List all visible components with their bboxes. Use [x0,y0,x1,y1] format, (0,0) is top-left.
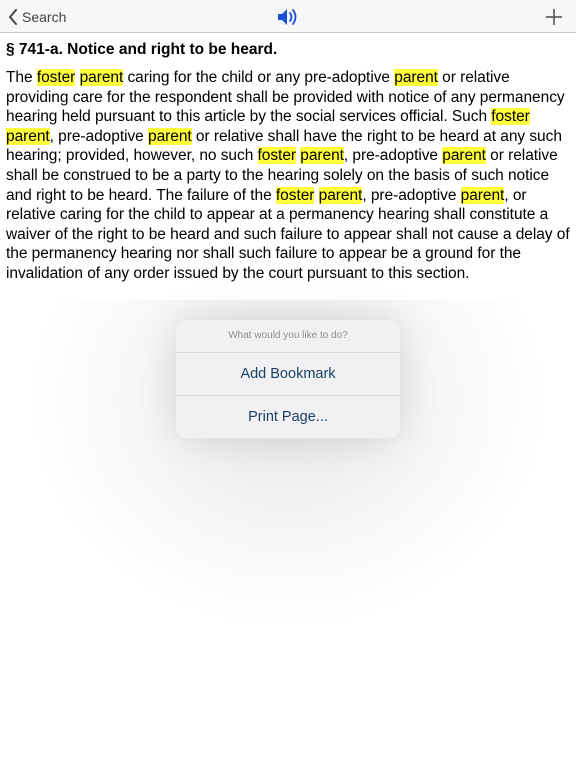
paragraph-text: The [6,69,37,86]
back-button[interactable]: Search [8,6,66,28]
highlighted-term: parent [6,127,50,145]
highlighted-term: parent [148,127,192,145]
statute-content: § 741-a. Notice and right to be heard. T… [6,40,570,284]
section-heading: § 741-a. Notice and right to be heard. [6,41,278,58]
plus-icon[interactable] [544,7,564,27]
paragraph-text: , pre-adoptive [343,147,443,165]
back-button-label: Search [22,9,67,25]
chevron-left-icon [9,9,17,25]
highlighted-term: foster [491,108,530,126]
paragraph-text: , pre-adoptive [362,186,461,204]
paragraph-text: , pre-adoptive [49,127,148,145]
highlighted-term: parent [442,147,486,165]
print-page-button[interactable]: Print Page... [176,396,400,438]
highlighted-term: parent [300,147,344,165]
paragraph-text: caring for the child or any pre-adoptive [123,69,395,86]
highlighted-term: parent [318,186,363,204]
highlighted-term: foster [275,186,315,204]
action-popover: What would you like to do? Add Bookmark … [176,320,400,438]
paragraph-text [75,69,79,86]
add-bookmark-button[interactable]: Add Bookmark [176,353,400,396]
highlighted-term: parent [79,69,124,86]
speaker-icon[interactable] [276,6,300,28]
highlighted-term: parent [460,186,505,204]
highlighted-term: foster [257,147,296,165]
popover-title: What would you like to do? [176,320,400,353]
highlighted-term: foster [36,69,76,86]
highlighted-term: parent [394,69,438,86]
navigation-bar: Search [0,0,576,33]
section-paragraph: The foster parent caring for the child o… [6,68,570,284]
